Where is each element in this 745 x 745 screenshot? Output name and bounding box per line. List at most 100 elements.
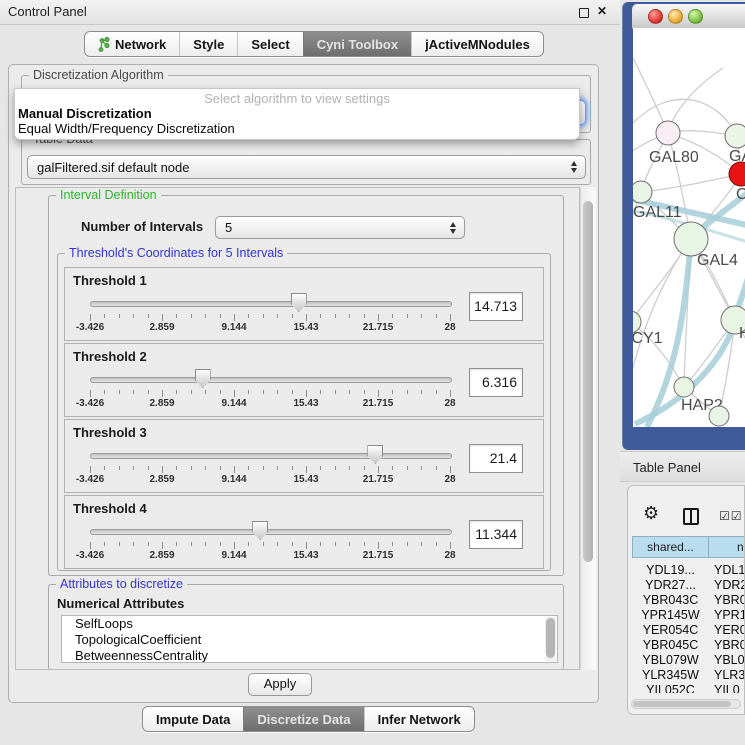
table-row[interactable]: YBR043CYBR0 <box>628 593 745 608</box>
control-panel-tab-bar: NetworkStyleSelect Cyni Toolbox jActiveMNo… <box>84 31 544 57</box>
threshold-value-field[interactable]: 14.713 <box>469 292 523 321</box>
list-scrollbar-thumb[interactable] <box>546 618 555 658</box>
float-window-icon[interactable] <box>579 8 589 18</box>
table-row[interactable]: YPR145WYPR1 <box>628 608 745 623</box>
bottom-tab-impute-data[interactable]: Impute Data <box>143 707 243 731</box>
group-title: Attributes to discretize <box>56 577 187 591</box>
tick-mark <box>133 542 134 546</box>
list-item-topologicalcoefficient[interactable]: TopologicalCoefficient <box>62 632 557 648</box>
tick-mark <box>292 390 293 394</box>
table-horizontal-scrollbar[interactable] <box>631 699 741 709</box>
tab-network[interactable]: Network <box>85 32 179 56</box>
tick-mark <box>263 390 264 394</box>
tick-mark <box>450 542 451 549</box>
tick-mark <box>248 390 249 394</box>
settings-gear-icon[interactable]: ⚙ <box>643 503 659 524</box>
tab-select[interactable]: Select <box>237 32 302 56</box>
tick-mark <box>320 314 321 318</box>
slider-track <box>90 377 452 383</box>
table-row[interactable]: YBR045CYBR0 <box>628 638 745 653</box>
settings-scroll-viewport: Interval Definition Number of Intervals … <box>15 187 580 670</box>
tick-mark <box>292 466 293 470</box>
tab-jactivemnodules[interactable]: jActiveMNodules <box>411 32 543 56</box>
threshold-slider-handle[interactable] <box>195 369 211 388</box>
numerical-attributes-list[interactable]: SelfLoopsTopologicalCoefficientBetweenne… <box>61 615 558 663</box>
tick-mark <box>450 314 451 321</box>
application-window: Control Panel ✕ NetworkStyleSelectCyni T… <box>0 0 745 745</box>
checkbox-icons[interactable]: ☑☑ <box>719 509 743 523</box>
network-node-gal11[interactable] <box>633 181 652 203</box>
table-row[interactable]: YER054CYER0 <box>628 623 745 638</box>
threshold-value-field[interactable]: 21.4 <box>469 444 523 473</box>
threshold-value-field[interactable]: 11.344 <box>469 520 523 549</box>
tick-mark <box>378 466 379 473</box>
thresholds-list: Threshold 1-3.4262.8599.14415.4321.71528… <box>58 267 550 571</box>
tick-mark <box>248 314 249 318</box>
cell-shared-name: YBL079W <box>633 653 708 667</box>
table-panel: ⚙ ☑☑ shared... na YDL19...YDL1YDR27...YD… <box>627 485 745 715</box>
tick-mark <box>320 466 321 470</box>
table-row[interactable]: YBL079WYBL0 <box>628 653 745 668</box>
tick-label: 15.43 <box>293 398 318 409</box>
tab-label: Cyni Toolbox <box>317 37 398 52</box>
network-window-titlebar <box>632 4 745 29</box>
number-of-intervals-select[interactable]: 5 <box>215 216 465 239</box>
table-data-select[interactable]: galFiltered.sif default node <box>27 155 586 179</box>
table-row[interactable]: YDR27...YDR2 <box>628 578 745 593</box>
list-scrollbar[interactable] <box>545 617 556 661</box>
tick-mark <box>104 466 105 470</box>
stepper-arrows-icon <box>450 222 456 234</box>
column-header-shared-name[interactable]: shared... <box>632 536 709 558</box>
threshold-slider-handle[interactable] <box>291 293 307 312</box>
threshold-value-field[interactable]: 6.316 <box>469 368 523 397</box>
bottom-tab-discretize-data[interactable]: Discretize Data <box>243 707 363 731</box>
tick-mark <box>119 314 120 318</box>
minimize-traffic-light-icon[interactable] <box>668 9 683 24</box>
close-icon[interactable]: ✕ <box>597 4 607 18</box>
panel-scrollbar[interactable] <box>580 187 596 670</box>
tick-mark <box>378 390 379 397</box>
list-item-betweennesscentrality[interactable]: BetweennessCentrality <box>62 648 557 663</box>
tick-label: 21.715 <box>363 398 394 409</box>
network-node-ga[interactable] <box>725 124 745 148</box>
thresholds-group: Threshold's Coordinates for 5 Intervals … <box>57 253 551 571</box>
bottom-tab-infer-network[interactable]: Infer Network <box>364 707 474 731</box>
table-row[interactable]: YDL19...YDL1 <box>628 563 745 578</box>
tab-style[interactable]: Style <box>179 32 237 56</box>
column-split-icon[interactable] <box>683 508 699 525</box>
zoom-traffic-light-icon[interactable] <box>688 9 703 24</box>
network-node[interactable] <box>709 406 729 426</box>
tick-mark <box>205 542 206 546</box>
tick-label: 28 <box>444 550 455 561</box>
tab-cyni-toolbox[interactable]: Cyni Toolbox <box>303 32 411 56</box>
tick-mark <box>234 466 235 473</box>
column-header-name[interactable]: na <box>708 536 745 558</box>
network-canvas[interactable]: GAL80GACGAL11GAL4GCY1HHAP2 <box>633 28 745 427</box>
tick-mark <box>205 314 206 318</box>
popup-option-manual-discretization[interactable]: Manual Discretization <box>18 106 152 121</box>
close-traffic-light-icon[interactable] <box>648 9 663 24</box>
tick-mark <box>436 542 437 546</box>
table-row[interactable]: YIL052CYIL0 <box>628 683 745 693</box>
table-data-value: galFiltered.sif default node <box>37 160 189 175</box>
tick-mark <box>191 390 192 394</box>
table-row[interactable]: YLR345WYLR3 <box>628 668 745 683</box>
tick-mark <box>90 390 91 397</box>
apply-button[interactable]: Apply <box>248 673 312 696</box>
popup-option-equal-width-frequency[interactable]: Equal Width/Frequency Discretization <box>18 121 235 136</box>
network-node-gal80[interactable] <box>656 121 680 145</box>
threshold-slider-handle[interactable] <box>367 445 383 464</box>
tick-mark <box>119 390 120 394</box>
panel-scrollbar-thumb[interactable] <box>583 201 593 562</box>
network-node-hap2[interactable] <box>674 377 694 397</box>
threshold-slider-handle[interactable] <box>252 521 268 540</box>
tick-mark <box>148 390 149 394</box>
list-item-selfloops[interactable]: SelfLoops <box>62 616 557 632</box>
cell-name: YIL0 <box>714 683 740 693</box>
table-horizontal-scrollbar-thumb[interactable] <box>633 701 731 707</box>
cell-shared-name: YBR043C <box>633 593 708 607</box>
tick-mark <box>392 314 393 318</box>
node-label: GAL4 <box>697 252 738 269</box>
network-node-gal4[interactable] <box>674 222 708 256</box>
tick-mark <box>292 314 293 318</box>
